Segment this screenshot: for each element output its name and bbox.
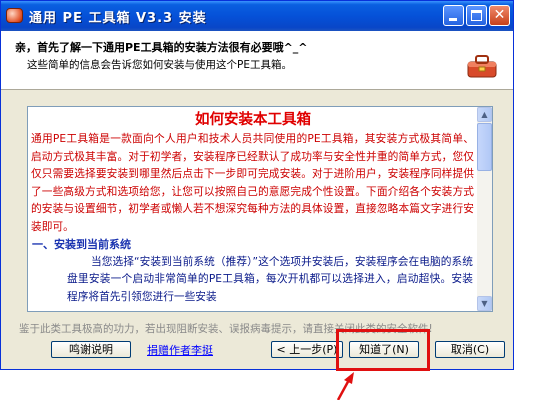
maximize-button[interactable] xyxy=(466,5,487,26)
scroll-thumb[interactable] xyxy=(477,123,492,171)
toolbox-icon xyxy=(467,55,497,78)
wizard-header: 亲，首先了解一下通用PE工具箱的安装方法很有必要哦^_^ 这些简单的信息会告诉您… xyxy=(1,31,513,90)
vertical-scrollbar[interactable]: ▲ ▼ xyxy=(477,107,492,311)
header-title: 亲，首先了解一下通用PE工具箱的安装方法很有必要哦^_^ xyxy=(15,41,308,54)
toolbox-icon xyxy=(6,8,23,23)
section-heading: 一、安装到当前系统 xyxy=(32,237,131,251)
title-bar[interactable]: 通用 PE 工具箱 V3.3 安装 ✕ xyxy=(1,1,513,31)
document-title: 如何安装本工具箱 xyxy=(195,112,311,128)
minimize-icon xyxy=(449,18,457,21)
section-text: 当您选择“安装到当前系统（推荐）”这个选项并安装后，安装程序会在电脑的系统盘里安… xyxy=(67,254,473,303)
highlight-box xyxy=(336,329,430,371)
header-subtitle: 这些简单的信息会告诉您如何安装与使用这个PE工具箱。 xyxy=(27,59,292,71)
close-button[interactable]: ✕ xyxy=(489,5,510,26)
installer-window: 通用 PE 工具箱 V3.3 安装 ✕ 亲，首先了解一下通用PE工具箱的安装方法… xyxy=(0,0,514,370)
close-icon: ✕ xyxy=(493,7,506,23)
thanks-button[interactable]: 鸣谢说明 xyxy=(51,341,131,358)
maximize-icon xyxy=(471,10,482,21)
document-content: 如何安装本工具箱 通用PE工具箱是一款面向个人用户和技术人员共同使用的PE工具箱… xyxy=(29,108,477,310)
document-intro: 通用PE工具箱是一款面向个人用户和技术人员共同使用的PE工具箱，其安装方式极其简… xyxy=(31,132,474,233)
license-textbox[interactable]: 如何安装本工具箱 通用PE工具箱是一款面向个人用户和技术人员共同使用的PE工具箱… xyxy=(27,106,493,312)
minimize-button[interactable] xyxy=(443,5,464,26)
back-button[interactable]: < 上一步(P) xyxy=(271,341,343,358)
scroll-down-icon[interactable]: ▼ xyxy=(477,296,492,311)
arrow-icon xyxy=(336,372,354,400)
cancel-button[interactable]: 取消(C) xyxy=(435,341,505,358)
scroll-up-icon[interactable]: ▲ xyxy=(477,107,492,122)
window-title: 通用 PE 工具箱 V3.3 安装 xyxy=(29,11,207,26)
donate-author-link[interactable]: 捐赠作者李挺 xyxy=(147,342,213,358)
